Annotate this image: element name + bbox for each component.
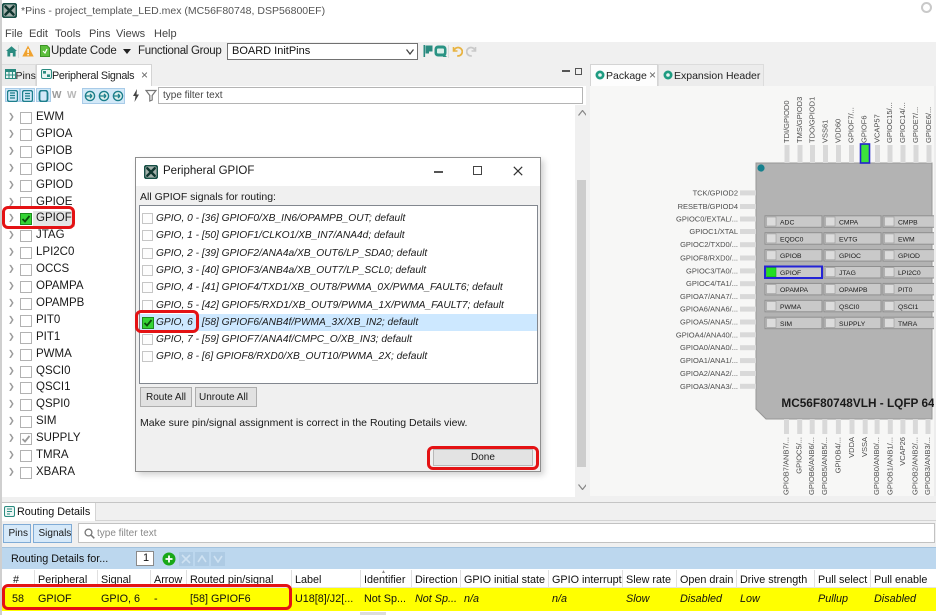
svg-text:GPIOC0/EXTAL/...: GPIOC0/EXTAL/... xyxy=(676,215,738,224)
svg-text:TCK/GPIOD2: TCK/GPIOD2 xyxy=(693,188,738,197)
svg-text:OPAMPB: OPAMPB xyxy=(839,287,868,294)
svg-text:GPIOA1/ANA1/...: GPIOA1/ANA1/... xyxy=(680,356,738,365)
svg-text:GPIOA4/ANA40/...: GPIOA4/ANA40/... xyxy=(676,330,738,339)
svg-text:GPIOB: GPIOB xyxy=(780,253,802,260)
svg-text:GPIOA0/ANA0/...: GPIOA0/ANA0/... xyxy=(680,343,738,352)
svg-text:GPIOA6/ANA6/...: GPIOA6/ANA6/... xyxy=(680,305,738,314)
svg-text:GPIOB6/ANB6/...: GPIOB6/ANB6/... xyxy=(807,437,816,495)
svg-text:PIT0: PIT0 xyxy=(898,287,913,294)
svg-text:VCAP26: VCAP26 xyxy=(898,437,907,466)
svg-text:GPIOA2/ANA2/...: GPIOA2/ANA2/... xyxy=(680,369,738,378)
svg-text:GPIOE7/...: GPIOE7/... xyxy=(911,107,920,143)
svg-text:GPIOB5/ANB5/...: GPIOB5/ANB5/... xyxy=(820,437,829,495)
svg-text:PWMA: PWMA xyxy=(780,304,802,311)
svg-text:GPIOC5/...: GPIOC5/... xyxy=(795,437,804,474)
svg-text:GPIOC15/...: GPIOC15/... xyxy=(885,102,894,143)
svg-text:QSCI0: QSCI0 xyxy=(839,304,860,311)
svg-text:TMRA: TMRA xyxy=(898,321,918,328)
svg-text:GPIOB4/...: GPIOB4/... xyxy=(833,437,842,473)
svg-text:GPIOE6/...: GPIOE6/... xyxy=(924,107,933,143)
svg-text:TDO/GPIOD1: TDO/GPIOD1 xyxy=(807,97,816,143)
svg-text:QSCI1: QSCI1 xyxy=(898,304,919,311)
svg-text:EWM: EWM xyxy=(898,236,915,243)
svg-text:TMS/GPIOD3: TMS/GPIOD3 xyxy=(795,97,804,143)
svg-text:GPIOC3/TA0/...: GPIOC3/TA0/... xyxy=(686,266,738,275)
svg-text:OPAMPA: OPAMPA xyxy=(780,287,809,294)
svg-text:MC56F80748VLH - LQFP 64: MC56F80748VLH - LQFP 64 xyxy=(781,396,935,410)
svg-text:GPIOF7/...: GPIOF7/... xyxy=(846,107,855,143)
svg-text:GPIOC4/TA1/...: GPIOC4/TA1/... xyxy=(686,279,738,288)
svg-text:GPIOC1/XTAL: GPIOC1/XTAL xyxy=(689,227,738,236)
svg-text:VSS61: VSS61 xyxy=(820,120,829,143)
svg-text:LPI2C0: LPI2C0 xyxy=(898,270,921,277)
svg-text:VSSA: VSSA xyxy=(860,437,869,457)
svg-text:GPIOF: GPIOF xyxy=(780,270,801,277)
svg-text:SUPPLY: SUPPLY xyxy=(839,321,866,328)
svg-text:VDD60: VDD60 xyxy=(833,119,842,143)
svg-text:TDI/GPIOD0: TDI/GPIOD0 xyxy=(782,100,791,143)
svg-text:CMPA: CMPA xyxy=(839,219,859,226)
svg-text:EQDC0: EQDC0 xyxy=(780,236,804,243)
svg-text:GPIOF8/RXD0/...: GPIOF8/RXD0/... xyxy=(680,254,738,263)
svg-text:GPIOF6: GPIOF6 xyxy=(859,115,868,143)
svg-text:GPIOB2/ANB2/...: GPIOB2/ANB2/... xyxy=(910,437,919,495)
svg-text:ADC: ADC xyxy=(780,219,794,226)
svg-text:GPIOB0/ANB0/...: GPIOB0/ANB0/... xyxy=(872,437,881,495)
svg-text:GPIOC: GPIOC xyxy=(839,253,861,260)
svg-text:GPIOB7/ANB7/...: GPIOB7/ANB7/... xyxy=(781,437,790,495)
svg-text:GPIOA7/ANA7/...: GPIOA7/ANA7/... xyxy=(680,292,738,301)
svg-text:GPIOB1/ANB1/...: GPIOB1/ANB1/... xyxy=(885,437,894,495)
svg-text:CMPB: CMPB xyxy=(898,219,918,226)
svg-text:VCAP57: VCAP57 xyxy=(872,114,881,143)
svg-text:GPIOC14/...: GPIOC14/... xyxy=(898,102,907,143)
svg-text:JTAG: JTAG xyxy=(839,270,856,277)
svg-text:VDDA: VDDA xyxy=(847,437,856,458)
svg-text:EVTG: EVTG xyxy=(839,236,858,243)
svg-text:GPIOA5/ANA5/...: GPIOA5/ANA5/... xyxy=(680,318,738,327)
svg-text:GPIOB3/ANB3/...: GPIOB3/ANB3/... xyxy=(923,437,932,495)
svg-text:GPIOA3/ANA3/...: GPIOA3/ANA3/... xyxy=(680,382,738,391)
svg-text:GPIOD: GPIOD xyxy=(898,253,920,260)
svg-text:GPIOC2/TXD0/...: GPIOC2/TXD0/... xyxy=(680,240,738,249)
svg-text:SIM: SIM xyxy=(780,321,792,328)
svg-text:RESETB/GPIOD4: RESETB/GPIOD4 xyxy=(678,202,738,211)
